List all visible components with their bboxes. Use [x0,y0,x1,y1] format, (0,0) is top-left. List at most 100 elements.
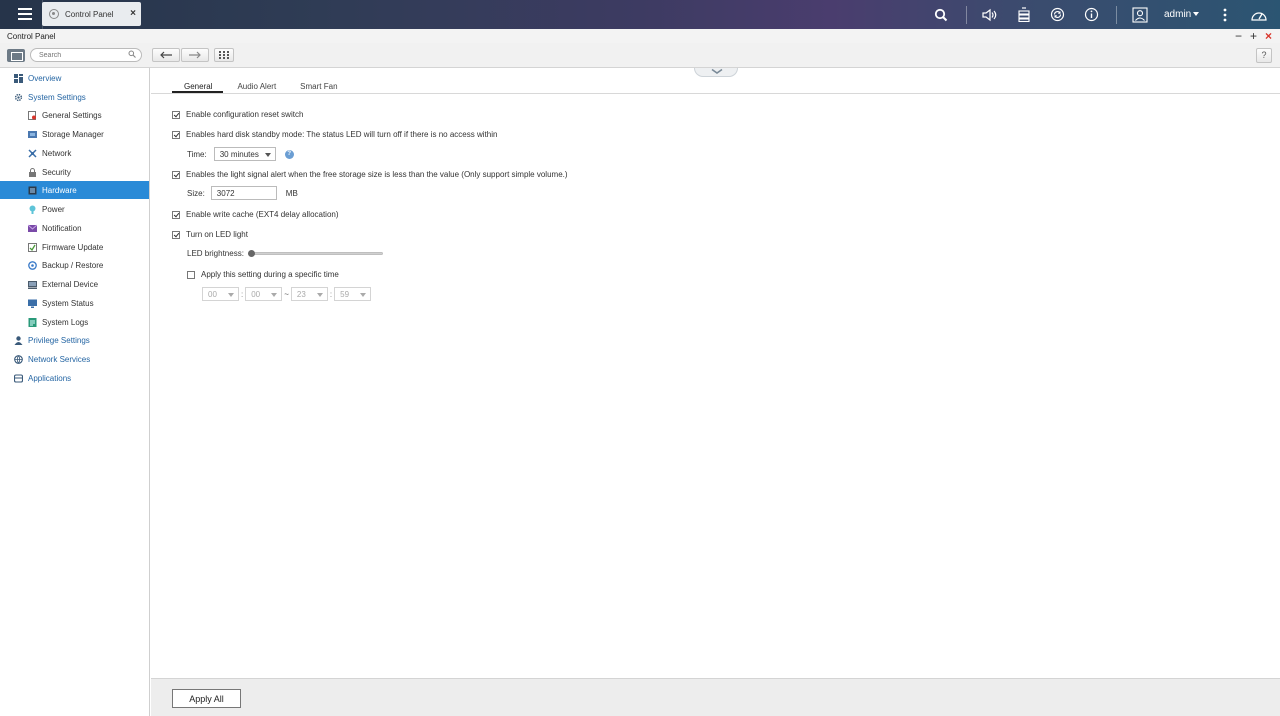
forward-button[interactable] [181,48,209,62]
reset-switch-option: Enable configuration reset switch [172,110,303,119]
schedule-checkbox[interactable] [187,270,195,279]
standby-time-row: Time: 30 minutes ? [187,147,294,161]
sidebar-item-backup-restore[interactable]: Backup / Restore [0,256,149,274]
to-hour-select[interactable]: 23 [290,287,328,301]
hardware-icon [28,186,37,194]
tab-general[interactable]: General [172,80,224,93]
sidebar-item-label: Network Services [28,354,91,364]
close-window-icon[interactable]: × [1265,29,1272,43]
search-input[interactable] [30,48,142,62]
firmware-icon [28,242,37,252]
apply-all-button[interactable]: Apply All [172,689,241,708]
write-cache-label: Enable write cache (EXT4 delay allocatio… [186,210,339,219]
size-row: Size: MB [187,186,298,200]
tab-bar: General Audio Alert Smart Fan [172,80,362,93]
overview-icon [14,73,23,83]
sidebar-item-label: Hardware [42,185,77,195]
reset-switch-checkbox[interactable] [172,110,180,119]
led-brightness-slider[interactable] [248,252,383,255]
lock-icon [29,167,36,177]
sidebar-item-privilege-settings[interactable]: Privilege Settings [0,331,149,349]
system-status-icon [28,299,37,308]
tab-smart-fan[interactable]: Smart Fan [300,80,347,93]
sidebar-item-label: Security [42,167,71,177]
gear-icon [14,93,23,101]
info-icon[interactable] [1083,6,1099,23]
chevron-down-icon [316,293,323,297]
notification-icon [28,224,37,232]
sidebar-item-firmware-update[interactable]: Firmware Update [0,238,149,256]
led-light-checkbox[interactable] [172,230,180,239]
write-cache-checkbox[interactable] [172,210,180,219]
sidebar-item-hardware[interactable]: Hardware [0,181,149,199]
chevron-down-icon[interactable] [1193,12,1199,16]
signal-alert-checkbox[interactable] [172,170,180,179]
sidebar-item-label: Privilege Settings [28,335,90,345]
sidebar-item-system-logs[interactable]: System Logs [0,313,149,331]
sidebar-item-overview[interactable]: Overview [0,69,149,87]
close-icon[interactable]: × [130,8,136,19]
from-minute-value: 00 [251,289,261,299]
help-icon[interactable]: ? [284,149,294,159]
sidebar-item-label: Notification [42,223,82,233]
sidebar-item-security[interactable]: Security [0,163,149,181]
dashboard-icon[interactable] [1250,6,1268,23]
system-logs-icon [28,317,37,327]
minimize-icon[interactable]: − [1235,29,1242,43]
user-name[interactable]: admin [1164,9,1191,20]
task-stack-icon[interactable] [1016,6,1032,23]
user-icon[interactable] [1131,6,1148,23]
volume-icon[interactable] [981,6,999,23]
collapse-toggle[interactable] [694,68,738,77]
size-input[interactable] [210,186,277,200]
search-icon[interactable] [128,50,136,58]
window-title-bar: Control Panel − + × [0,29,1280,43]
standby-option: Enables hard disk standby mode: The stat… [172,130,497,139]
sidebar-item-system-settings[interactable]: System Settings [0,88,149,106]
to-hour-value: 23 [296,289,306,299]
toolbar: ? [0,43,1280,68]
sidebar-item-system-status[interactable]: System Status [0,294,149,312]
sidebar-item-label: Storage Manager [42,129,104,139]
sidebar-item-general-settings[interactable]: General Settings [0,106,149,124]
search-icon[interactable] [933,6,949,23]
main-content: General Audio Alert Smart Fan Enable con… [151,68,1280,678]
sidebar-item-applications[interactable]: Applications [0,369,149,387]
time-range-separator: ~ [284,289,289,299]
sidebar-item-label: Power [42,204,65,214]
slider-handle[interactable] [248,250,255,257]
schedule-label: Apply this setting during a specific tim… [201,270,339,279]
sidebar-item-power[interactable]: Power [0,200,149,218]
sync-icon[interactable] [1049,6,1065,23]
sidebar-item-storage-manager[interactable]: Storage Manager [0,125,149,143]
grid-view-button[interactable] [214,48,234,62]
app-tab-title: Control Panel [65,9,114,19]
home-view-icon[interactable] [7,49,25,62]
maximize-icon[interactable]: + [1250,29,1257,43]
sidebar-item-network[interactable]: Network [0,144,149,162]
schedule-option: Apply this setting during a specific tim… [187,270,339,279]
tab-audio-alert[interactable]: Audio Alert [237,80,286,93]
back-button[interactable] [152,48,180,62]
privilege-icon [14,335,23,345]
from-hour-select[interactable]: 00 [202,287,239,301]
from-minute-select[interactable]: 00 [245,287,283,301]
standby-time-select[interactable]: 30 minutes [213,147,276,161]
control-panel-app-tab[interactable]: Control Panel × [42,2,141,26]
size-unit: MB [285,188,298,198]
more-icon[interactable] [1220,6,1230,23]
sidebar-item-notification[interactable]: Notification [0,219,149,237]
to-minute-select[interactable]: 59 [334,287,372,301]
menu-icon[interactable] [12,4,38,24]
external-device-icon [28,280,37,289]
sidebar-item-external-device[interactable]: External Device [0,275,149,293]
sidebar-item-label: System Settings [28,92,86,102]
chevron-down-icon [711,68,723,74]
help-button[interactable]: ? [1256,48,1272,63]
sidebar-item-label: Applications [28,373,72,383]
divider [1116,6,1117,24]
general-settings-icon [28,110,36,120]
standby-checkbox[interactable] [172,130,180,139]
sidebar-item-network-services[interactable]: Network Services [0,350,149,368]
led-light-label: Turn on LED light [186,230,248,239]
